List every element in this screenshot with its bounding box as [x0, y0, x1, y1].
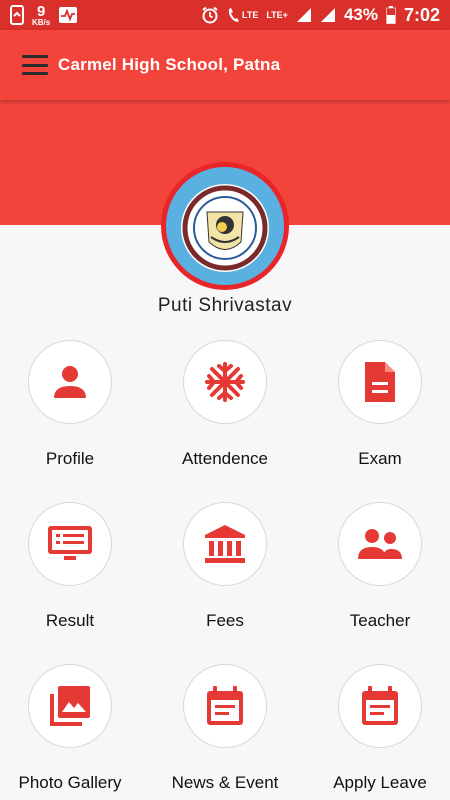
fees-circle [183, 502, 267, 586]
menu-tile-result[interactable]: Result [0, 502, 145, 652]
signal-icon-2 [320, 7, 336, 23]
apply-leave-circle [338, 664, 422, 748]
status-bar: 9 KB/s LTE LTE+ 43% 7:02 [0, 0, 450, 30]
phone-sync-icon [10, 5, 24, 25]
menu-tile-photo-gallery[interactable]: Photo Gallery [0, 664, 145, 800]
menu-tile-apply-leave[interactable]: Apply Leave [305, 664, 450, 800]
result-circle [28, 502, 112, 586]
photo-library-icon [50, 686, 90, 726]
apply-leave-label: Apply Leave [333, 773, 427, 792]
photo-gallery-label: Photo Gallery [18, 773, 122, 792]
document-icon [365, 362, 395, 402]
bank-icon [205, 525, 245, 563]
app-title: Carmel High School, Patna [58, 55, 281, 74]
school-logo [161, 162, 289, 290]
menu-tile-attendence[interactable]: Attendence [150, 340, 300, 490]
lte-label-2: LTE+ [266, 9, 288, 20]
fees-label: Fees [206, 611, 244, 630]
signal-icon [296, 7, 312, 23]
news-event-label: News & Event [171, 773, 279, 792]
alarm-icon [201, 6, 219, 24]
person-icon [54, 366, 86, 398]
exam-circle [338, 340, 422, 424]
menu-tile-exam[interactable]: Exam [305, 340, 450, 490]
activity-icon [58, 6, 78, 24]
menu-icon[interactable] [22, 55, 48, 75]
lte-label-1: LTE [242, 9, 259, 20]
calendar-icon [362, 686, 398, 725]
teacher-circle [338, 502, 422, 586]
menu-tile-fees[interactable]: Fees [150, 502, 300, 652]
attendence-circle [183, 340, 267, 424]
menu-tile-profile[interactable]: Profile [0, 340, 145, 490]
school-crest-icon [166, 167, 284, 285]
profile-label: Profile [45, 449, 95, 468]
news-event-circle [183, 664, 267, 748]
menu-tile-news-event[interactable]: News & Event [150, 664, 300, 800]
photo-gallery-circle [28, 664, 112, 748]
battery-percent: 43% [343, 5, 378, 24]
app-bar: Carmel High School, Patna [0, 30, 450, 100]
menu-tile-teacher[interactable]: Teacher [305, 502, 450, 652]
result-label: Result [45, 611, 95, 630]
exam-label: Exam [358, 449, 402, 468]
monitor-list-icon [48, 526, 92, 560]
network-speed: 9 KB/s [32, 4, 50, 27]
asterisk-icon [205, 362, 245, 402]
volte-call-icon: LTE [227, 7, 258, 23]
student-name: Puti Shrivastav [157, 295, 293, 316]
teacher-label: Teacher [349, 611, 411, 630]
calendar-icon [207, 686, 243, 725]
battery-icon [385, 6, 396, 24]
profile-circle [28, 340, 112, 424]
speed-unit: KB/s [32, 17, 51, 27]
people-icon [358, 529, 402, 559]
speed-value: 9 [36, 2, 46, 20]
attendence-label: Attendence [181, 449, 268, 468]
clock: 7:02 [403, 4, 440, 25]
